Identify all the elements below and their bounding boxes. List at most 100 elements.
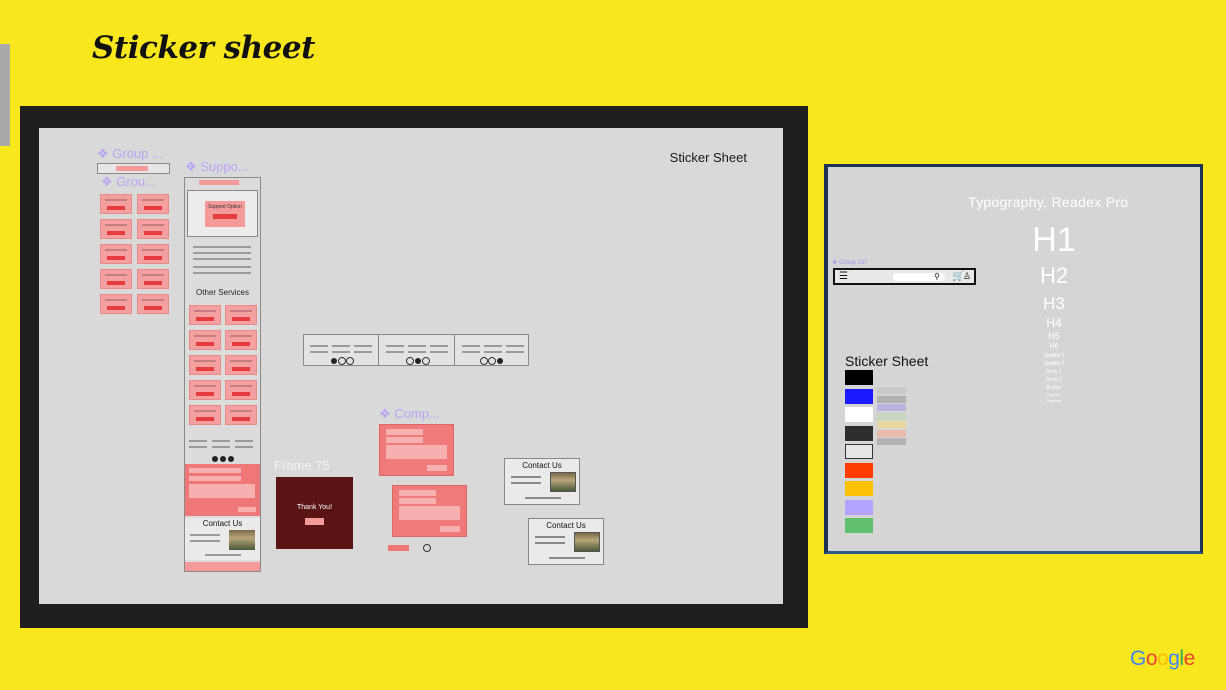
form-field[interactable]	[399, 498, 436, 504]
secondary-color-swatch[interactable]	[877, 429, 906, 437]
service-card[interactable]	[225, 330, 257, 350]
heading-h4: H4	[1046, 316, 1062, 330]
carousel-dot[interactable]	[338, 357, 346, 365]
logo-letter: o	[1145, 647, 1158, 670]
service-card[interactable]	[225, 380, 257, 400]
service-card[interactable]	[137, 269, 169, 289]
carousel-dot[interactable]	[480, 357, 488, 365]
text-line	[190, 540, 220, 542]
secondary-color-swatch[interactable]	[877, 387, 906, 394]
carousel-dot[interactable]	[415, 358, 421, 364]
carousel-wireframe[interactable]	[303, 334, 529, 366]
carousel-dot[interactable]	[228, 456, 234, 462]
text-line	[506, 351, 524, 353]
thank-you-button[interactable]	[305, 518, 324, 525]
secondary-color-swatch[interactable]	[877, 438, 906, 445]
service-card[interactable]	[137, 194, 169, 214]
search-icon[interactable]: ⚲	[934, 270, 940, 283]
color-swatch[interactable]	[845, 407, 873, 422]
submit-button[interactable]	[238, 507, 256, 512]
nav-wireframe[interactable]	[97, 163, 170, 174]
carousel-dot[interactable]	[331, 358, 337, 364]
menu-icon[interactable]: ☰	[839, 270, 848, 283]
contact-title: Contact Us	[522, 461, 562, 470]
service-card[interactable]	[100, 244, 132, 264]
service-card[interactable]	[189, 355, 221, 375]
component-label-group-2[interactable]: ❖ Grou...	[101, 174, 156, 190]
text-line	[511, 482, 541, 484]
logo-letter: G	[1130, 647, 1146, 670]
service-card[interactable]	[137, 294, 169, 314]
form-field[interactable]	[386, 437, 423, 443]
carousel-dot[interactable]	[422, 357, 430, 365]
color-swatch[interactable]	[845, 462, 873, 478]
support-page-wireframe[interactable]: Support Option Other Services Contact Us	[184, 177, 261, 572]
color-swatch[interactable]	[845, 518, 873, 533]
secondary-color-swatch[interactable]	[877, 395, 906, 403]
design-canvas[interactable]: Sticker Sheet ❖ Group ... ❖ Grou... ❖ Su…	[39, 128, 783, 604]
group-label[interactable]: ❖ Group 157	[832, 259, 867, 266]
service-card[interactable]	[225, 405, 257, 425]
text-line	[430, 351, 448, 353]
text-line	[212, 446, 230, 448]
service-card[interactable]	[100, 294, 132, 314]
heading-h3: H3	[1043, 294, 1065, 313]
component-label-group[interactable]: ❖ Group ...	[97, 146, 163, 162]
color-swatch[interactable]	[845, 425, 873, 441]
service-card[interactable]	[189, 405, 221, 425]
typography-panel[interactable]: Typography, Readex Pro H1 H2 H3 H4 H5 H6…	[824, 164, 1203, 554]
color-swatch[interactable]	[845, 370, 873, 385]
form-textarea[interactable]	[386, 445, 447, 459]
carousel-dot[interactable]	[488, 357, 496, 365]
contact-form[interactable]	[392, 485, 467, 537]
component-label-comp[interactable]: ❖ Comp...	[379, 406, 440, 422]
color-swatch[interactable]	[845, 499, 873, 515]
service-card[interactable]	[100, 194, 132, 214]
service-card[interactable]	[100, 269, 132, 289]
contact-card[interactable]: Contact Us	[504, 458, 580, 505]
carousel-dot[interactable]	[220, 456, 226, 462]
service-card[interactable]	[189, 305, 221, 325]
sticker-sheet-title: Sticker Sheet	[845, 353, 929, 369]
component-label-support[interactable]: ❖ Suppo...	[185, 159, 249, 175]
submit-button[interactable]	[440, 526, 460, 532]
form-field[interactable]	[386, 429, 423, 435]
office-image	[550, 472, 576, 492]
nav-bar-component[interactable]: ☰ ⚲ 🛒 ♙	[833, 268, 976, 285]
thank-you-text: Thank You!	[296, 504, 333, 511]
thank-you-modal[interactable]: Thank You!	[276, 477, 353, 549]
text-line	[484, 351, 502, 353]
service-card[interactable]	[100, 219, 132, 239]
form-field[interactable]	[189, 468, 241, 473]
secondary-color-swatch[interactable]	[877, 421, 906, 428]
contact-card[interactable]: Contact Us	[528, 518, 604, 565]
contact-form[interactable]	[185, 464, 260, 516]
service-card[interactable]	[225, 305, 257, 325]
color-swatch[interactable]	[845, 444, 873, 459]
service-card[interactable]	[137, 244, 169, 264]
footer-bar	[185, 562, 260, 571]
text-line	[235, 440, 253, 442]
contact-form[interactable]	[379, 424, 454, 476]
carousel-dot[interactable]	[346, 357, 354, 365]
service-card[interactable]	[225, 355, 257, 375]
service-card[interactable]	[189, 380, 221, 400]
contact-section: Contact Us	[185, 518, 260, 560]
carousel-dot[interactable]	[406, 357, 414, 365]
form-field[interactable]	[189, 476, 241, 481]
form-field[interactable]	[399, 490, 436, 496]
service-card[interactable]	[137, 219, 169, 239]
carousel-dot[interactable]	[497, 358, 503, 364]
carousel-dot[interactable]	[212, 456, 218, 462]
secondary-color-swatch[interactable]	[877, 412, 906, 420]
submit-button[interactable]	[427, 465, 447, 471]
small-button[interactable]	[388, 545, 409, 551]
form-textarea[interactable]	[189, 484, 255, 498]
form-textarea[interactable]	[399, 506, 460, 520]
user-icon[interactable]: ♙	[963, 270, 971, 283]
color-swatch[interactable]	[845, 388, 873, 404]
add-icon[interactable]	[423, 544, 431, 552]
service-card[interactable]	[189, 330, 221, 350]
color-swatch[interactable]	[845, 481, 873, 496]
secondary-color-swatch[interactable]	[877, 404, 906, 411]
